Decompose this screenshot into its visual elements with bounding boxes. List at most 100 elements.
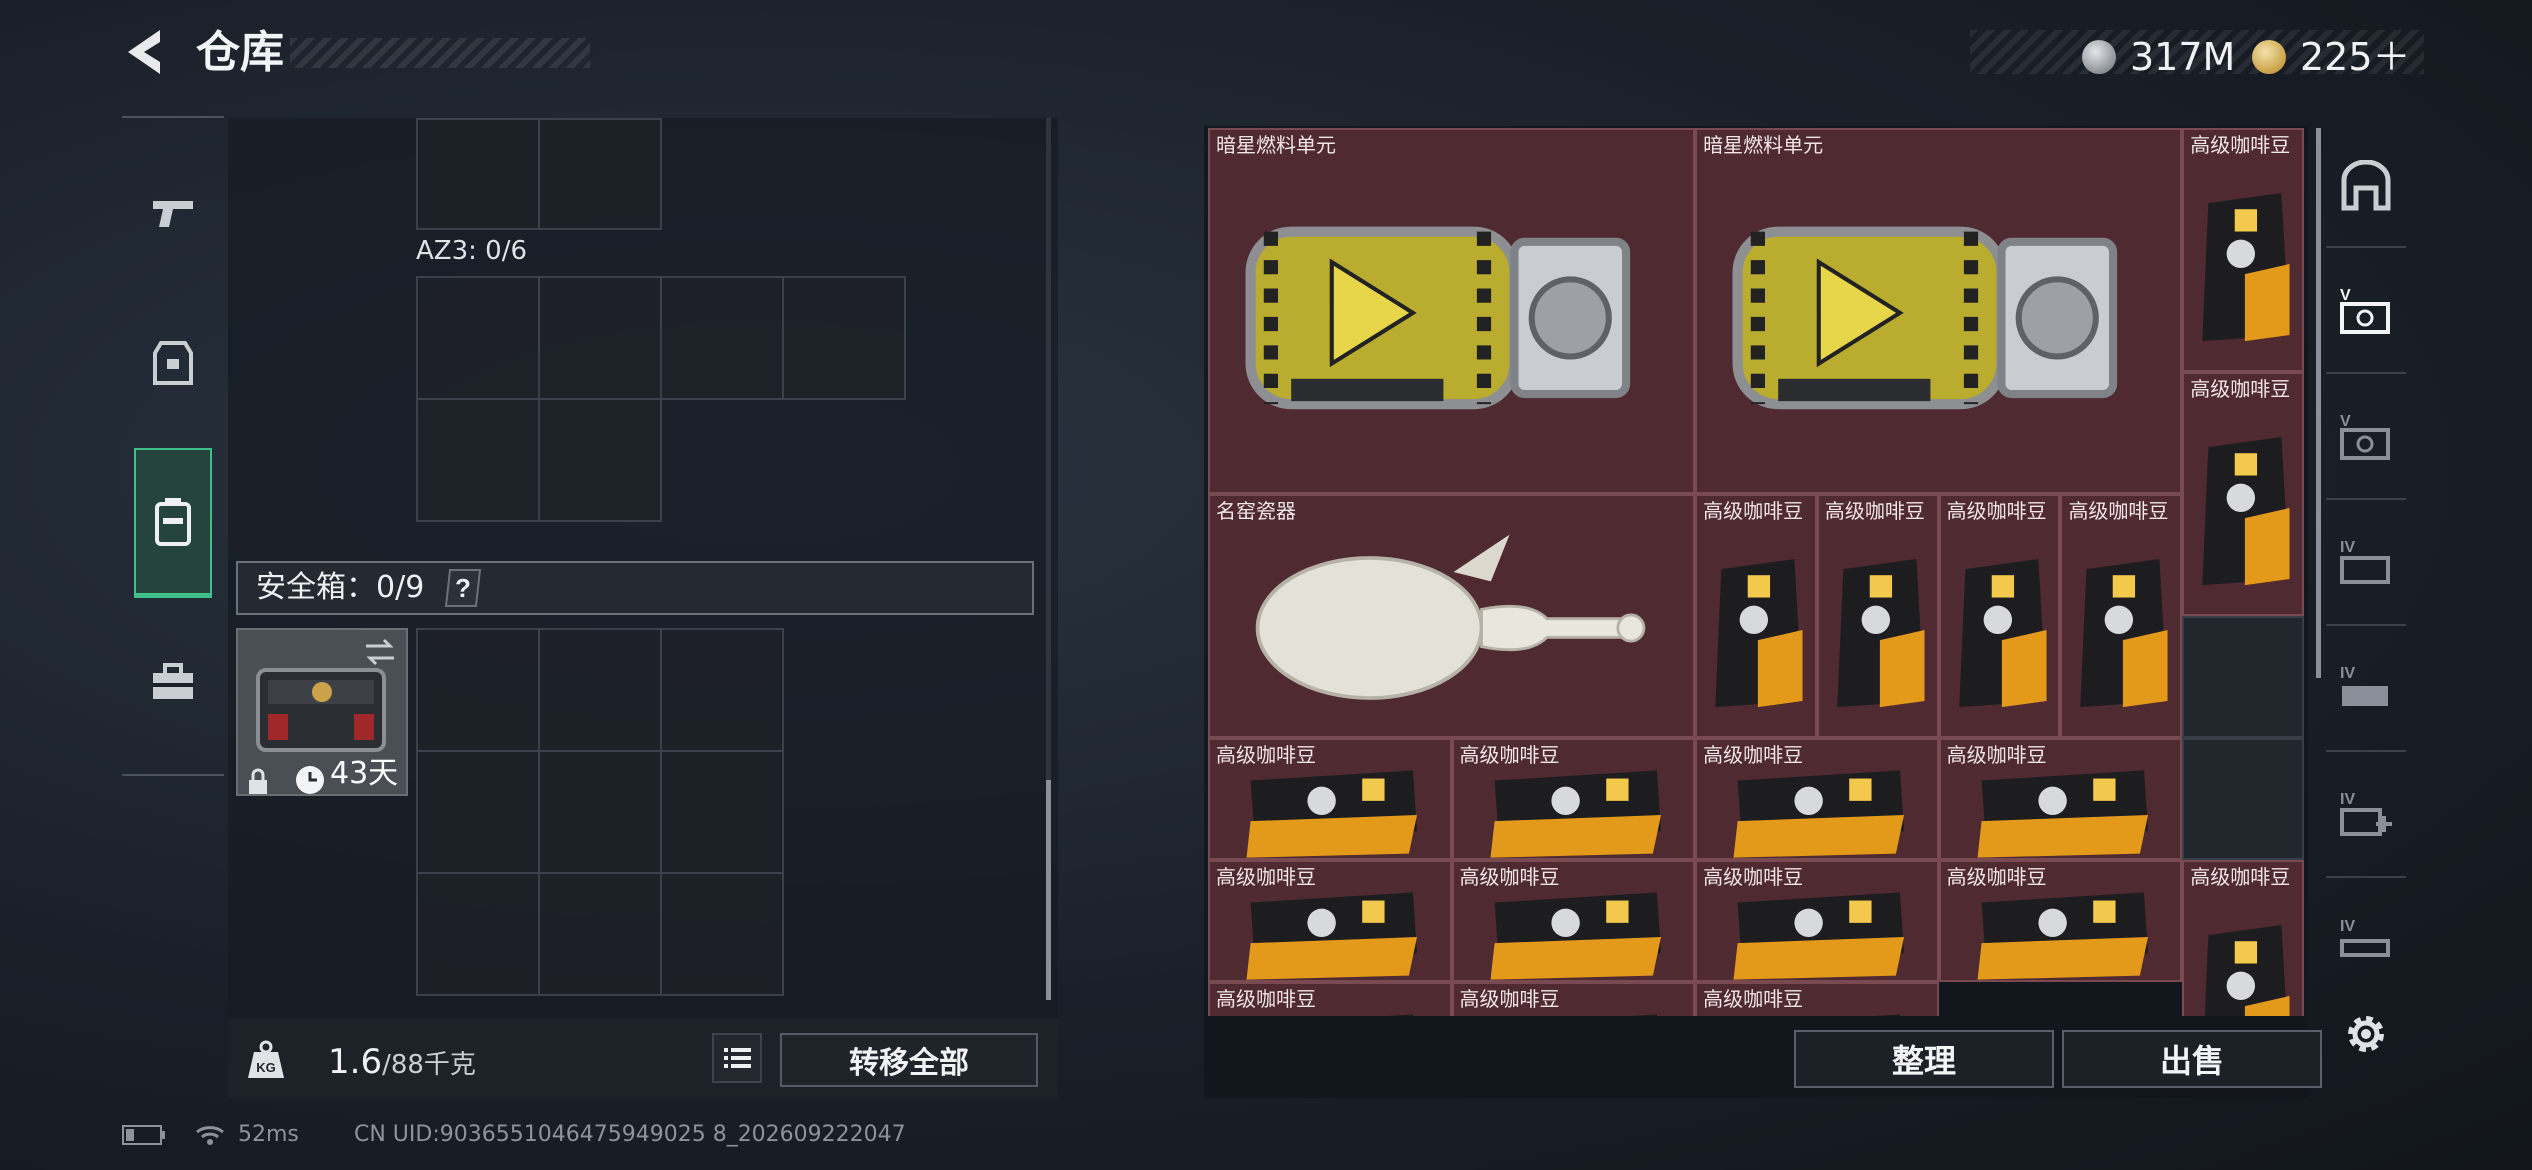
inventory-item[interactable]: 高级咖啡豆 [1695,494,1817,738]
coffee-bag-icon [1733,770,1905,858]
inventory-item[interactable]: 高级咖啡豆 [1816,494,1939,738]
coffee-bag-icon [1977,892,2148,980]
storage-tier-4c-icon: IV [2340,791,2392,836]
item-name: 高级咖啡豆 [2190,377,2291,401]
nav-armor[interactable] [134,308,212,418]
warehouse-scrollbar[interactable] [2316,128,2321,678]
swap-icon[interactable] [362,636,398,668]
backpack-scrollbar[interactable] [1046,780,1051,1000]
tab-storage-4d[interactable]: IV [2326,882,2406,1004]
az3-label: AZ3: 0/6 [416,236,528,266]
tab-storage-4b[interactable]: IV [2326,630,2406,752]
gold-currency[interactable]: 225＋ [2252,35,2411,79]
inventory-item[interactable]: 暗星燃料单元 [1208,128,1696,494]
safebox-slot[interactable] [660,628,784,752]
item-name: 暗星燃料单元 [1703,133,1824,157]
inventory-item[interactable]: 高级咖啡豆 [2182,860,2304,1016]
item-name: 高级咖啡豆 [2190,133,2291,157]
nav-backpack[interactable] [134,448,212,598]
clock-icon [296,766,324,794]
inventory-item[interactable]: 高级咖啡豆 [1695,982,1939,1016]
item-name: 高级咖啡豆 [1946,499,2047,523]
safebox-slot[interactable] [416,750,540,874]
coffee-bag-icon [1246,892,1418,980]
safebox-label: 安全箱：0/9 [256,570,425,605]
item-name: 高级咖啡豆 [1703,865,1804,889]
backpack-slot[interactable] [538,118,662,230]
az3-slot[interactable] [538,276,662,400]
lock-icon [249,768,267,794]
az3-slot[interactable] [416,276,540,400]
silver-amount: 317M [2130,35,2236,79]
az3-slot[interactable] [416,398,540,522]
safebox-slot[interactable] [416,628,540,752]
nav-weapon[interactable] [134,158,212,268]
az3-slot[interactable] [660,276,784,400]
az3-slot[interactable] [538,398,662,522]
nav-toolbox[interactable] [134,628,212,738]
transfer-all-button[interactable]: 转移全部 [780,1033,1038,1087]
inventory-item[interactable]: 高级咖啡豆 [1208,982,1452,1016]
inventory-item[interactable]: 高级咖啡豆 [1695,738,1939,860]
inventory-item[interactable]: 高级咖啡豆 [1208,860,1452,982]
list-view-button[interactable] [712,1033,762,1083]
coffee-bag-icon [2202,192,2290,342]
svg-text:IV: IV [2340,539,2355,556]
inventory-item[interactable]: 高级咖啡豆 [1938,738,2183,860]
silver-coin-icon [2082,40,2116,74]
uid-text: CN UID:9036551046475949025 8_20260922204… [354,1122,906,1147]
inventory-item[interactable]: 高级咖啡豆 [1451,982,1696,1016]
storage-tier-5-icon: V [2340,287,2390,334]
back-button[interactable] [118,22,178,82]
item-name: 名窑瓷器 [1216,499,1296,523]
backpack-slot[interactable] [416,118,540,230]
settings-gear-icon[interactable] [2340,1008,2392,1060]
weight-current: 1.6 [328,1042,383,1082]
help-icon[interactable]: ? [440,568,486,608]
gold-amount: 225＋ [2300,35,2411,79]
storage-tier-4a-icon: IV [2340,539,2390,584]
silver-currency[interactable]: 317M [2082,35,2235,79]
az3-slot[interactable] [782,276,906,400]
inventory-item[interactable]: 名窑瓷器 [1208,494,1696,738]
inventory-item[interactable]: 高级咖啡豆 [2182,372,2304,616]
safebox-slot[interactable] [538,750,662,874]
sort-button[interactable]: 整理 [1794,1030,2054,1088]
title-stripe [290,38,590,68]
coffee-bag-icon [2205,924,2290,1016]
inventory-item[interactable]: 暗星燃料单元 [1695,128,2183,494]
empty-slot[interactable] [2182,738,2304,860]
inventory-item[interactable]: 高级咖啡豆 [1938,860,2183,982]
inventory-item[interactable]: 高级咖啡豆 [1938,494,2061,738]
svg-text:IV: IV [2340,918,2355,935]
inventory-item[interactable]: 高级咖啡豆 [1451,860,1696,982]
inventory-item[interactable]: 高级咖啡豆 [2060,494,2183,738]
coffee-bag-icon [1733,892,1905,980]
inventory-item[interactable]: 高级咖啡豆 [1451,738,1696,860]
tab-storage-5[interactable]: V [2326,252,2406,374]
sell-button[interactable]: 出售 [2062,1030,2322,1088]
empty-slot[interactable] [2182,616,2304,738]
tab-storage-4a[interactable]: IV [2326,504,2406,626]
item-name: 高级咖啡豆 [2068,499,2169,523]
tab-warehouse-home[interactable] [2326,126,2406,248]
safebox-slot[interactable] [660,872,784,996]
tab-storage-4c[interactable]: IV [2326,756,2406,878]
safebox-slot[interactable] [660,750,784,874]
item-name: 高级咖啡豆 [1946,743,2047,767]
tab-storage-5b[interactable]: V [2326,378,2406,500]
safebox-slot[interactable] [416,872,540,996]
item-name: 高级咖啡豆 [1824,499,1925,523]
coffee-bag-icon [2202,436,2290,586]
safebox-slot[interactable] [538,872,662,996]
porcelain-vase-icon [1255,534,1646,700]
page-title: 仓库 [196,27,284,78]
inventory-item[interactable]: 高级咖啡豆 [1208,738,1452,860]
pistol-icon [153,201,193,227]
svg-text:V: V [2340,413,2351,430]
inventory-item[interactable]: 高级咖啡豆 [2182,128,2304,372]
item-name: 高级咖啡豆 [1459,987,1560,1011]
vest-icon [153,341,193,385]
safebox-slot[interactable] [538,628,662,752]
inventory-item[interactable]: 高级咖啡豆 [1695,860,1939,982]
